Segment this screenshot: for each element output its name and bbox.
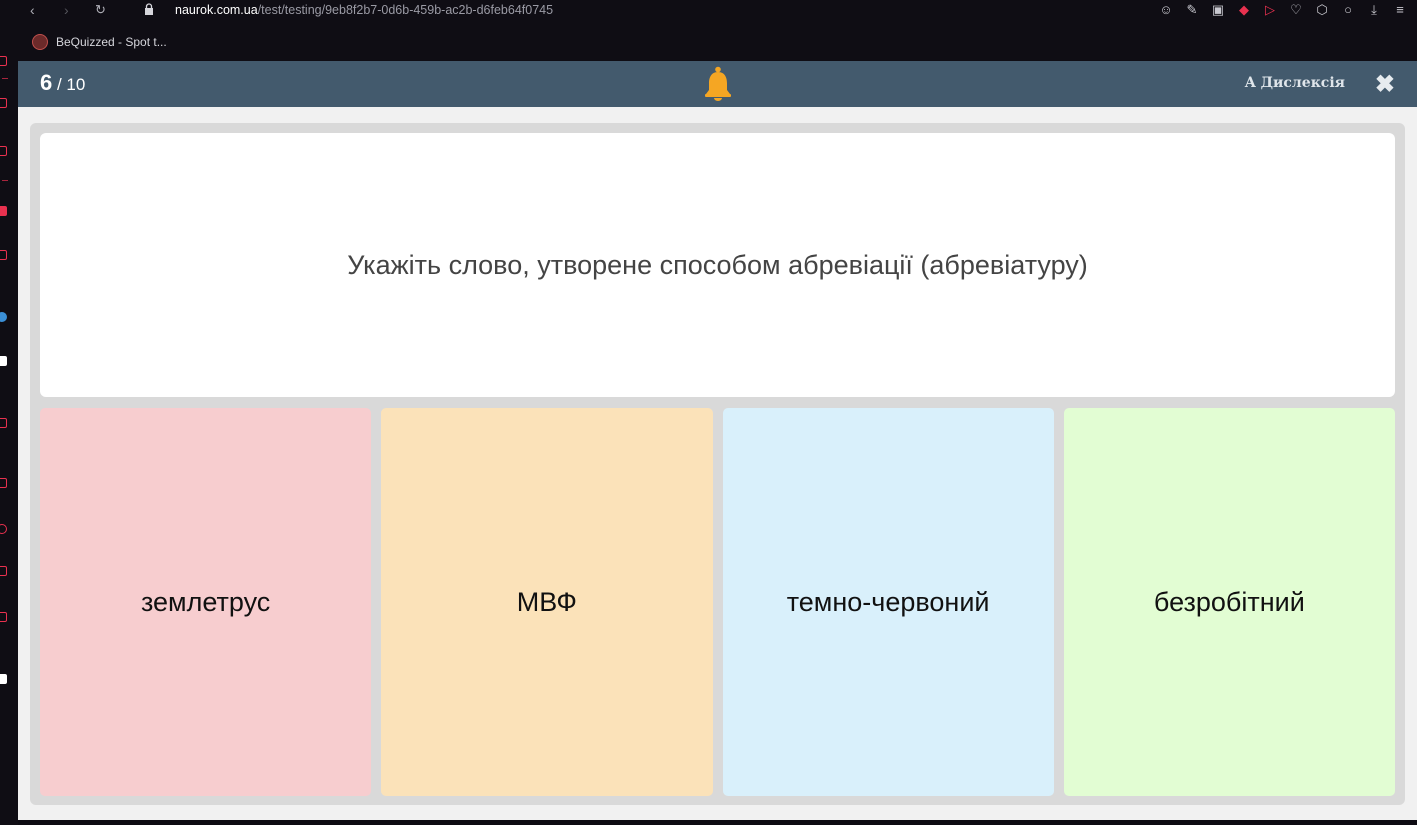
heart-icon[interactable]: ♡ <box>1289 2 1303 18</box>
answer-label: безробітний <box>1153 586 1305 617</box>
sidebar-bag-icon[interactable] <box>0 250 7 260</box>
dyslexia-toggle-button[interactable]: A Дислексія <box>1245 75 1345 91</box>
cube-icon[interactable]: ⬡ <box>1315 2 1329 18</box>
current-question-number: 6 <box>40 70 53 95</box>
sidebar-edit-icon[interactable] <box>0 478 7 488</box>
quiz-frame: Укажіть слово, утворене способом абревіа… <box>30 123 1405 805</box>
sidebar-chat-icon[interactable] <box>0 356 7 366</box>
url-host: naurok.com.ua <box>175 3 258 17</box>
bell-icon[interactable] <box>703 66 733 102</box>
sidebar-calendar-icon[interactable] <box>0 146 7 156</box>
bookmark-item[interactable]: BeQuizzed - Spot t... <box>32 34 167 50</box>
menu-icon[interactable]: ≡ <box>1393 2 1407 18</box>
profile-icon[interactable]: ○ <box>1341 2 1355 18</box>
lock-icon <box>145 3 153 15</box>
answer-option-4[interactable]: безробітний <box>1063 408 1395 796</box>
question-card: Укажіть слово, утворене способом абревіа… <box>40 133 1395 397</box>
close-icon[interactable]: ✖ <box>1375 70 1395 99</box>
sidebar-active-icon[interactable] <box>0 206 7 216</box>
answer-options: землетрус МВФ темно-червоний безробітний <box>40 408 1395 796</box>
quiz-header: 6 / 10 A Дислексія ✖ <box>18 61 1417 107</box>
quiz-body: Укажіть слово, утворене способом абревіа… <box>18 107 1417 820</box>
sidebar-settings-icon[interactable] <box>0 612 7 622</box>
browser-sidebar <box>0 40 18 825</box>
question-text: Укажіть слово, утворене способом абревіа… <box>347 249 1088 280</box>
taskbar-strip <box>18 820 1417 825</box>
bookmark-favicon-icon <box>32 34 48 50</box>
bookmarks-bar: BeQuizzed - Spot t... <box>0 22 1417 61</box>
answer-label: землетрус <box>140 586 271 617</box>
send-icon[interactable]: ▷ <box>1263 2 1277 18</box>
sidebar-divider <box>2 180 8 181</box>
sidebar-doc-icon[interactable] <box>0 674 7 684</box>
url-field[interactable]: naurok.com.ua/test/testing/9eb8f2b7-0d6b… <box>175 3 553 17</box>
browser-address-bar: ‹ › ↻ naurok.com.ua/test/testing/9eb8f2b… <box>0 0 1417 22</box>
edit-icon[interactable]: ✎ <box>1185 2 1199 18</box>
back-icon[interactable]: ‹ <box>30 2 35 18</box>
bookmark-label: BeQuizzed - Spot t... <box>56 35 167 49</box>
sidebar-clock2-icon[interactable] <box>0 524 7 534</box>
camera-icon[interactable]: ▣ <box>1211 2 1225 18</box>
answer-option-3[interactable]: темно-червоний <box>722 408 1054 796</box>
question-counter: 6 / 10 <box>40 70 85 96</box>
browser-toolbar: ☺ ✎ ▣ ◆ ▷ ♡ ⬡ ○ ⤓ ≡ <box>1159 2 1407 18</box>
answer-label: темно-червоний <box>786 586 990 617</box>
reload-icon[interactable]: ↻ <box>95 2 106 18</box>
answer-option-1[interactable]: землетрус <box>40 408 372 796</box>
answer-label: МВФ <box>516 586 577 617</box>
shield-icon[interactable]: ◆ <box>1237 2 1251 18</box>
sidebar-telegram-icon[interactable] <box>0 312 7 322</box>
url-path: /test/testing/9eb8f2b7-0d6b-459b-ac2b-d6… <box>257 3 554 17</box>
sidebar-send-icon[interactable] <box>0 418 7 428</box>
total-questions: / 10 <box>56 75 86 94</box>
answer-option-2[interactable]: МВФ <box>381 408 713 796</box>
sidebar-cube-icon[interactable] <box>0 566 7 576</box>
forward-icon[interactable]: › <box>64 2 69 18</box>
download-icon[interactable]: ⤓ <box>1367 2 1381 18</box>
sidebar-clock-icon[interactable] <box>0 98 7 108</box>
sidebar-home-icon[interactable] <box>0 56 7 66</box>
emoji-icon[interactable]: ☺ <box>1159 2 1173 18</box>
sidebar-divider <box>2 78 8 79</box>
